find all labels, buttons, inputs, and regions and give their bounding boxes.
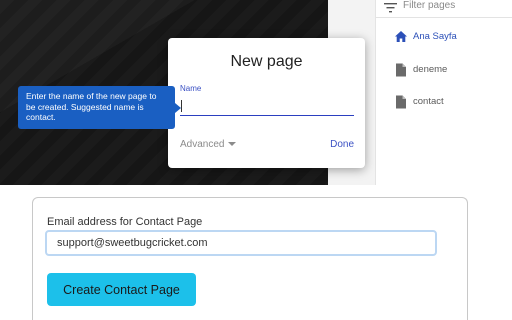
email-field-label: Email address for Contact Page — [47, 216, 203, 228]
chevron-down-icon — [228, 142, 237, 147]
text-caret — [181, 100, 182, 112]
dialog-title: New page — [230, 53, 303, 70]
filter-pages-placeholder: Filter pages — [403, 0, 456, 11]
page-icon — [396, 95, 406, 109]
page-item-ana-sayfa[interactable]: Ana Sayfa — [376, 25, 512, 51]
name-field-label: Name — [180, 84, 202, 93]
filter-icon — [384, 3, 397, 13]
new-page-dialog: New page Name Advanced Done — [168, 38, 365, 168]
page-icon — [396, 63, 406, 77]
contact-page-form: Email address for Contact Page Create Co… — [32, 197, 468, 320]
pages-panel: Filter pages Ana Sayfa deneme contact — [375, 0, 512, 185]
home-icon — [395, 31, 407, 42]
page-item-deneme[interactable]: deneme — [376, 58, 512, 84]
done-button[interactable]: Done — [330, 139, 354, 151]
page-item-label: contact — [413, 96, 444, 107]
email-input[interactable] — [45, 230, 437, 256]
filter-pages-row[interactable]: Filter pages — [376, 0, 512, 18]
advanced-label: Advanced — [180, 139, 225, 150]
page-name-input[interactable] — [180, 96, 354, 116]
advanced-toggle[interactable]: Advanced — [180, 139, 237, 151]
page-item-contact[interactable]: contact — [376, 90, 512, 116]
create-contact-page-button[interactable]: Create Contact Page — [47, 273, 196, 306]
editor-area: Filter pages Ana Sayfa deneme contact Ne… — [0, 0, 512, 185]
page-item-label: deneme — [413, 64, 448, 75]
page-name-tooltip: Enter the name of the new page to be cre… — [18, 86, 181, 129]
page-item-label: Ana Sayfa — [413, 31, 457, 42]
